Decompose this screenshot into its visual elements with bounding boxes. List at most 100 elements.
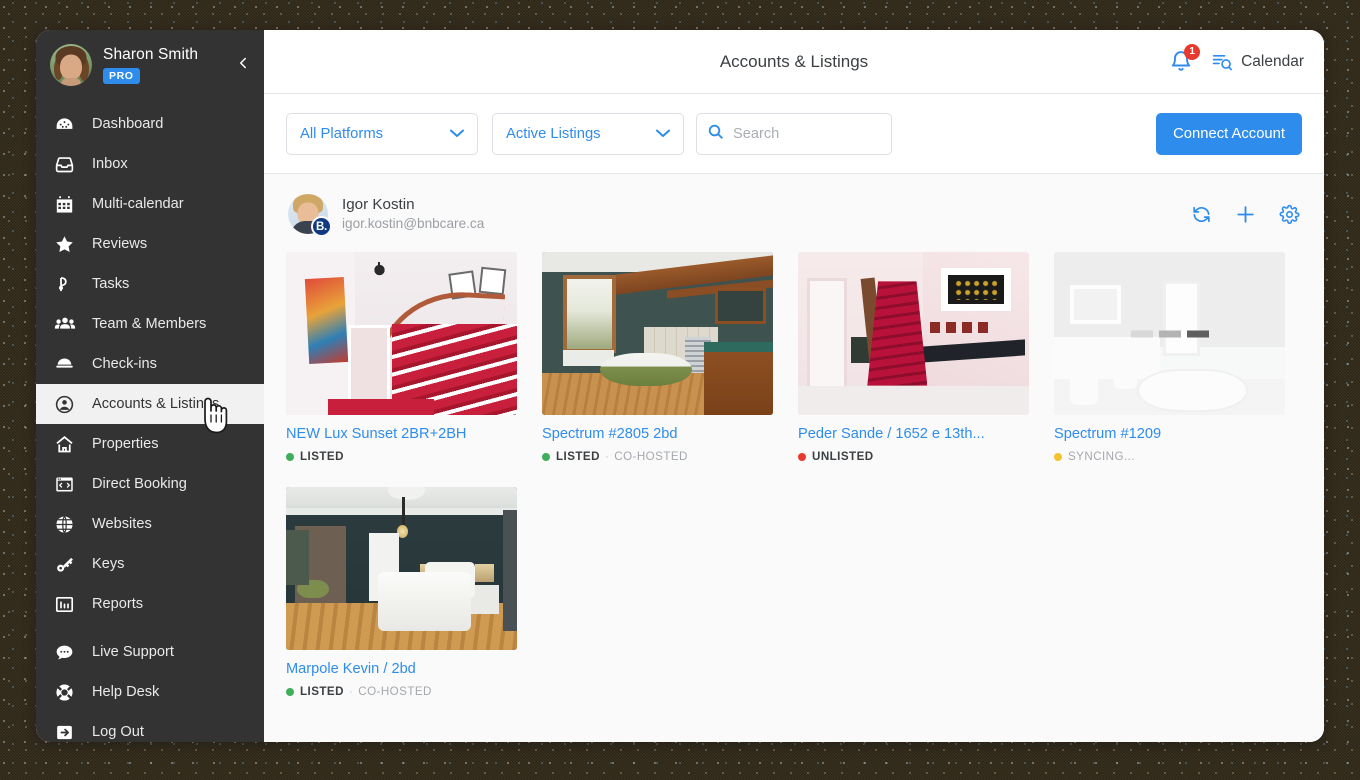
avatar bbox=[50, 44, 92, 86]
listing-status: UNLISTED bbox=[798, 450, 1029, 463]
listing-thumbnail[interactable] bbox=[286, 252, 517, 415]
calendar-search-icon bbox=[1212, 54, 1233, 70]
account-email: igor.kostin@bnbcare.ca bbox=[342, 216, 485, 232]
account-actions bbox=[1191, 203, 1300, 226]
sidebar-item-log-out[interactable]: Log Out bbox=[36, 712, 264, 742]
chat-bubble-icon bbox=[54, 641, 80, 663]
status-extra: CO-HOSTED bbox=[358, 685, 432, 699]
home-icon bbox=[54, 433, 80, 455]
dashboard-icon bbox=[54, 113, 80, 135]
code-window-icon bbox=[54, 473, 80, 495]
calendar-button[interactable]: Calendar bbox=[1211, 51, 1304, 73]
sidebar-item-keys[interactable]: Keys bbox=[36, 544, 264, 584]
listings-content: B. Igor Kostin igor.kostin@bnbcare.ca NE… bbox=[264, 174, 1324, 742]
sidebar-item-label: Reports bbox=[92, 596, 144, 612]
listing-thumbnail[interactable] bbox=[798, 252, 1029, 415]
sidebar-item-dashboard[interactable]: Dashboard bbox=[36, 104, 264, 144]
listing-status-value: Active Listings bbox=[506, 125, 601, 142]
sidebar-item-label: Team & Members bbox=[92, 316, 207, 332]
connect-account-button[interactable]: Connect Account bbox=[1156, 112, 1302, 155]
chevron-left-icon[interactable] bbox=[234, 54, 252, 72]
status-label: SYNCING... bbox=[1068, 450, 1135, 464]
listing-title[interactable]: Spectrum #2805 2bd bbox=[542, 425, 773, 443]
search-input[interactable] bbox=[733, 125, 881, 142]
main-panel: Accounts & Listings 1 Calendar All Platf… bbox=[264, 30, 1324, 742]
sidebar-item-label: Check-ins bbox=[92, 356, 157, 372]
sidebar-item-live-support[interactable]: Live Support bbox=[36, 632, 264, 672]
notification-badge: 1 bbox=[1184, 43, 1201, 60]
desktop-background: Sharon Smith PRO Dashboard Inbox Multi-c… bbox=[0, 0, 1360, 780]
search-field[interactable] bbox=[696, 112, 892, 155]
listing-thumbnail[interactable] bbox=[542, 252, 773, 415]
status-label: UNLISTED bbox=[812, 450, 874, 464]
sidebar-item-team-members[interactable]: Team & Members bbox=[36, 304, 264, 344]
calendar-label: Calendar bbox=[1241, 52, 1304, 70]
globe-icon bbox=[54, 513, 80, 535]
sidebar-item-label: Direct Booking bbox=[92, 476, 187, 492]
settings-icon[interactable] bbox=[1279, 204, 1300, 225]
sidebar-item-label: Multi-calendar bbox=[92, 196, 184, 212]
sidebar-item-accounts-listings[interactable]: Accounts & Listings bbox=[36, 384, 264, 424]
platform-select[interactable]: All Platforms bbox=[286, 112, 478, 155]
chevron-down-icon bbox=[656, 126, 670, 142]
page-title: Accounts & Listings bbox=[719, 51, 869, 71]
listing-card[interactable]: NEW Lux Sunset 2BR+2BH LISTED bbox=[286, 252, 517, 463]
add-icon[interactable] bbox=[1234, 203, 1257, 226]
listing-status: LISTED bbox=[286, 450, 517, 463]
lifebuoy-icon bbox=[54, 681, 80, 703]
listing-title[interactable]: Marpole Kevin / 2bd bbox=[286, 660, 517, 678]
status-separator: · bbox=[604, 450, 610, 464]
listing-card-grid: NEW Lux Sunset 2BR+2BH LISTED Spectrum #… bbox=[286, 250, 1302, 698]
status-extra: CO-HOSTED bbox=[614, 450, 688, 464]
sidebar-item-websites[interactable]: Websites bbox=[36, 504, 264, 544]
sidebar-item-inbox[interactable]: Inbox bbox=[36, 144, 264, 184]
sidebar-item-label: Properties bbox=[92, 436, 159, 452]
listing-status: LISTED · CO-HOSTED bbox=[286, 685, 517, 698]
tasks-icon bbox=[54, 273, 80, 295]
topbar: Accounts & Listings 1 Calendar bbox=[264, 30, 1324, 94]
status-dot bbox=[1054, 452, 1062, 461]
platform-badge-icon: B. bbox=[311, 216, 332, 237]
user-name: Sharon Smith bbox=[103, 45, 199, 63]
listing-title[interactable]: NEW Lux Sunset 2BR+2BH bbox=[286, 425, 517, 443]
listing-card[interactable]: Peder Sande / 1652 e 13th... UNLISTED bbox=[798, 252, 1029, 463]
sidebar-nav: Dashboard Inbox Multi-calendar Reviews T… bbox=[36, 104, 264, 742]
status-label: LISTED bbox=[300, 450, 344, 464]
listing-thumbnail[interactable] bbox=[1054, 252, 1285, 415]
sidebar-item-reviews[interactable]: Reviews bbox=[36, 224, 264, 264]
listing-status: SYNCING... bbox=[1054, 450, 1285, 463]
sidebar-item-label: Accounts & Listings bbox=[92, 396, 220, 412]
listing-title[interactable]: Spectrum #1209 bbox=[1054, 425, 1285, 443]
listing-card[interactable]: Spectrum #2805 2bd LISTED · CO-HOSTED bbox=[542, 252, 773, 463]
sidebar-item-label: Reviews bbox=[92, 236, 148, 252]
sidebar-item-check-ins[interactable]: Check-ins bbox=[36, 344, 264, 384]
listing-card[interactable]: Marpole Kevin / 2bd LISTED · CO-HOSTED bbox=[286, 487, 517, 698]
status-dot bbox=[542, 452, 550, 461]
sidebar-item-help-desk[interactable]: Help Desk bbox=[36, 672, 264, 712]
inbox-icon bbox=[54, 153, 80, 175]
listing-card[interactable]: Spectrum #1209 SYNCING... bbox=[1054, 252, 1285, 463]
sidebar-item-multi-calendar[interactable]: Multi-calendar bbox=[36, 184, 264, 224]
sidebar-item-tasks[interactable]: Tasks bbox=[36, 264, 264, 304]
key-icon bbox=[54, 553, 80, 575]
loading-indicator bbox=[1130, 330, 1209, 337]
status-separator: · bbox=[348, 685, 354, 699]
sidebar-user[interactable]: Sharon Smith PRO bbox=[36, 30, 264, 98]
sidebar: Sharon Smith PRO Dashboard Inbox Multi-c… bbox=[36, 30, 264, 742]
sidebar-item-label: Help Desk bbox=[92, 684, 160, 700]
sidebar-item-label: Live Support bbox=[92, 644, 174, 660]
sidebar-item-reports[interactable]: Reports bbox=[36, 584, 264, 624]
star-icon bbox=[54, 233, 80, 255]
listing-thumbnail[interactable] bbox=[286, 487, 517, 651]
listing-status-select[interactable]: Active Listings bbox=[492, 112, 684, 155]
status-label: LISTED bbox=[556, 450, 600, 464]
pro-badge: PRO bbox=[103, 68, 140, 85]
bell-desk-icon bbox=[54, 353, 80, 375]
notifications-button[interactable]: 1 bbox=[1169, 43, 1201, 75]
sync-icon[interactable] bbox=[1191, 204, 1212, 225]
listing-title[interactable]: Peder Sande / 1652 e 13th... bbox=[798, 425, 1029, 443]
platform-select-value: All Platforms bbox=[300, 125, 384, 142]
sidebar-item-label: Log Out bbox=[92, 724, 144, 740]
sidebar-item-direct-booking[interactable]: Direct Booking bbox=[36, 464, 264, 504]
sidebar-item-properties[interactable]: Properties bbox=[36, 424, 264, 464]
